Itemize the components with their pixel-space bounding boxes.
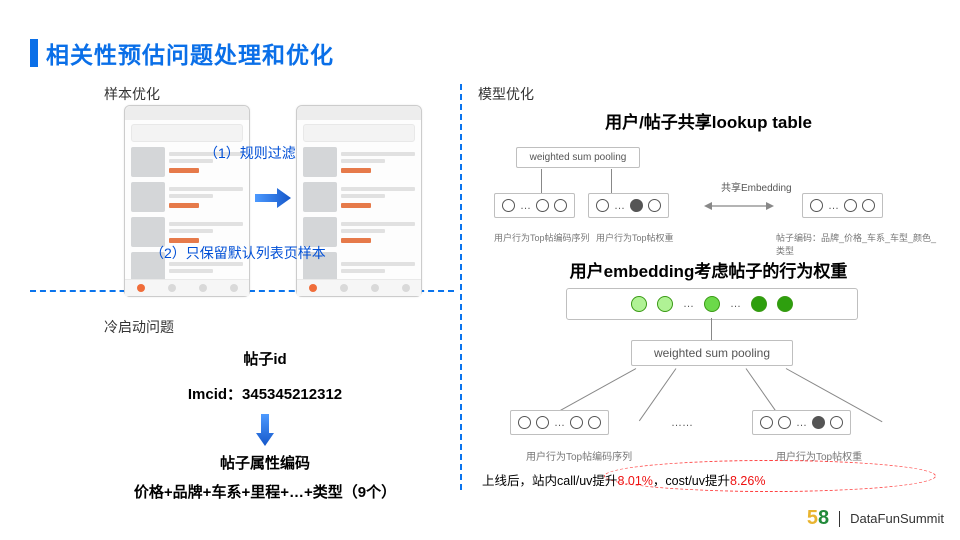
section-sample-optimization: 样本优化 — [104, 84, 160, 104]
share-embedding-label: 共享Embedding — [721, 179, 792, 194]
user-weight-embedding: … — [588, 193, 669, 218]
encode-label: 帖子属性编码 — [95, 452, 435, 473]
double-arrow-icon — [704, 199, 774, 213]
imcid-value: Imcid：345345212312 — [95, 383, 435, 404]
title-marker — [30, 39, 38, 67]
embedding-weight-diagram: …… weighted sum pooling … …… … 用户行为Top帖编… — [476, 284, 941, 469]
post-id-label: 帖子id — [95, 348, 435, 369]
result-mid: ，cost/uv提升 — [653, 474, 730, 488]
input-user-weight: … — [752, 410, 851, 435]
phone-mock-after — [296, 105, 422, 297]
arrow-down-icon — [256, 414, 274, 446]
page-title: 相关性预估问题处理和优化 — [46, 36, 334, 70]
vertical-divider — [460, 84, 462, 490]
section-model-optimization: 模型优化 — [478, 84, 534, 104]
embedding-title: 用户embedding考虑帖子的行为权重 — [476, 257, 941, 282]
caption-user-seq: 用户行为Top帖编码序列 — [494, 231, 590, 244]
overlay-rule-filter: （1）规则过滤 — [204, 143, 296, 163]
cold-start-block: 帖子id Imcid：345345212312 帖子属性编码 价格+品牌+车系+… — [95, 330, 435, 502]
caption-user-seq-2: 用户行为Top帖编码序列 — [526, 448, 632, 463]
result-cost-uv: 8.26% — [730, 474, 765, 488]
logo-58: 58 — [807, 507, 829, 530]
caption-post-attr: 帖子编码：品牌_价格_车系_车型_颜色_类型 — [776, 231, 941, 257]
overlay-keep-default: （2）只保留默认列表页样本 — [150, 243, 326, 263]
phone-mock-before — [124, 105, 250, 297]
weighted-sum-pooling-box-2: weighted sum pooling — [631, 340, 793, 366]
arrow-right-icon — [255, 186, 291, 210]
weighted-sum-pooling-box: weighted sum pooling — [516, 147, 640, 168]
encode-detail: 价格+品牌+车系+里程+…+类型（9个） — [95, 481, 435, 502]
page-title-bar: 相关性预估问题处理和优化 — [30, 36, 334, 70]
lookup-table-title: 用户/帖子共享lookup table — [476, 108, 941, 133]
result-call-uv: 8.01% — [617, 474, 652, 488]
caption-user-weight: 用户行为Top帖权重 — [596, 231, 674, 244]
result-prefix: 上线后，站内call/uv提升 — [482, 474, 617, 488]
result-line: 上线后，站内call/uv提升8.01%，cost/uv提升8.26% — [482, 470, 942, 489]
post-attr-embedding: … — [802, 193, 883, 218]
model-optimization-panel: 用户/帖子共享lookup table weighted sum pooling… — [476, 108, 941, 469]
input-user-seq: … — [510, 410, 609, 435]
footer: 58 DataFunSummit — [807, 507, 944, 530]
lookup-table-diagram: weighted sum pooling … … 用户行为Top帖编码序列 用户… — [476, 139, 941, 257]
output-row: …… — [566, 288, 858, 320]
conference-name: DataFunSummit — [850, 511, 944, 526]
user-seq-embedding: … — [494, 193, 575, 218]
